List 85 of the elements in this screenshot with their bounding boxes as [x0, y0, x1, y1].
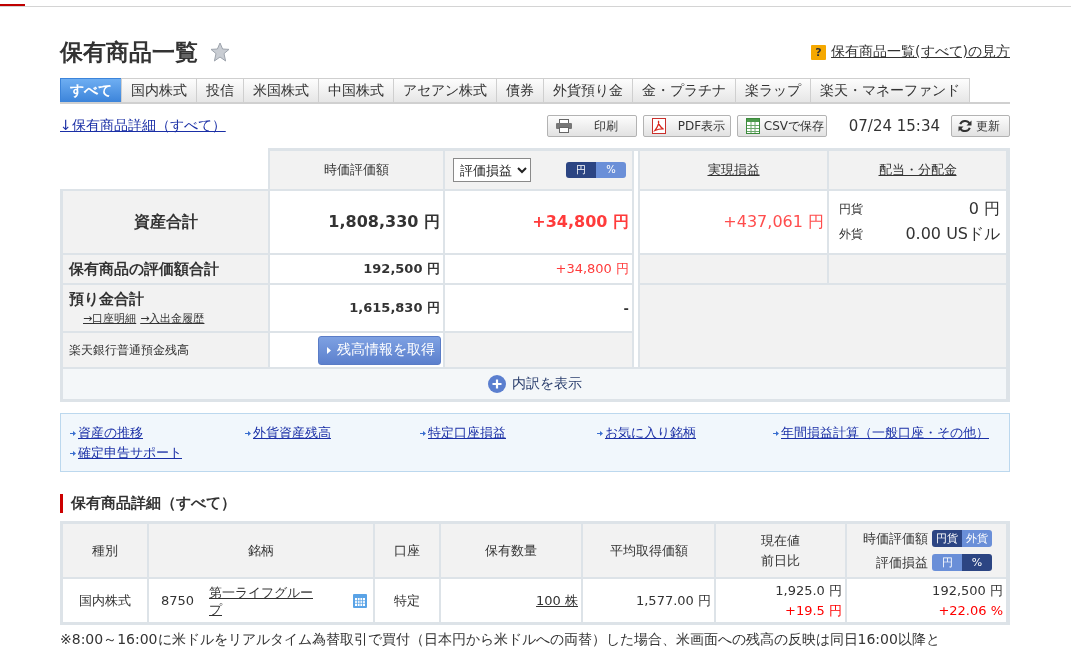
plus-circle-icon	[487, 375, 506, 393]
market-value: 192,500 円	[932, 582, 1003, 599]
arrow-icon	[70, 429, 76, 437]
stock-code: 8750	[161, 593, 196, 608]
refresh-icon	[958, 119, 972, 133]
column-header: 種別	[63, 524, 147, 577]
table-cell: 1,808,330 円	[270, 191, 443, 253]
tab[interactable]: 外貨預り金	[543, 78, 633, 102]
detail-link[interactable]: ↓保有商品詳細（すべて）	[60, 117, 226, 135]
refresh-button[interactable]: 更新	[951, 115, 1010, 137]
column-header: 前日比	[761, 552, 800, 569]
row-header: 楽天銀行普通預金残高	[63, 333, 268, 367]
section-title: 保有商品詳細（すべて）	[60, 494, 1010, 513]
print-button[interactable]: 印刷	[546, 115, 637, 137]
tab[interactable]: 楽ラップ	[735, 78, 811, 102]
printer-icon	[555, 119, 572, 133]
unit-toggle[interactable]: %	[962, 554, 992, 571]
column-header: 口座	[375, 524, 439, 577]
row-header: 資産合計	[63, 191, 268, 253]
pdf-button[interactable]: PDF表示	[642, 115, 731, 137]
quantity-link[interactable]: 100 株	[536, 591, 578, 610]
table-cell: +34,800 円	[445, 255, 632, 283]
dividend-amount: 0 円	[968, 199, 1000, 220]
account-link[interactable]: →口座明細	[83, 311, 137, 326]
profit-loss-select[interactable]: 評価損益	[453, 158, 531, 182]
arrow-icon	[773, 429, 779, 437]
unit-toggle[interactable]: 円貨	[932, 530, 962, 547]
price-change: +19.5 円	[785, 602, 842, 619]
help-link[interactable]: 保有商品一覧(すべて)の見方	[831, 43, 1010, 61]
row-header: 預り金合計	[69, 290, 144, 309]
table-cell: +34,800 円	[445, 191, 632, 253]
unit-toggle[interactable]: 円	[566, 162, 596, 178]
quick-link[interactable]: 外貨資産残高	[253, 424, 331, 442]
current-price: 1,925.0 円	[775, 582, 842, 599]
realized-pl-link[interactable]: 実現損益	[707, 161, 760, 179]
tab[interactable]: 中国株式	[318, 78, 394, 102]
pdf-icon	[651, 118, 666, 134]
column-header: 銘柄	[149, 524, 373, 577]
arrow-icon	[70, 449, 76, 457]
tab[interactable]: 投信	[196, 78, 244, 102]
table-cell: 1,577.00 円	[583, 579, 714, 622]
column-header: 現在値	[761, 532, 800, 549]
dividends-link[interactable]: 配当・分配金	[878, 161, 957, 179]
table-cell: 国内株式	[63, 579, 147, 622]
caret-icon	[327, 346, 331, 354]
column-header: 評価損益	[876, 553, 928, 572]
account-link[interactable]: →入出金履歴	[140, 311, 205, 326]
arrow-icon	[420, 429, 426, 437]
star-icon[interactable]	[210, 42, 230, 62]
tab[interactable]: 国内株式	[121, 78, 197, 102]
tab[interactable]: 金・プラチナ	[632, 78, 736, 102]
table-cell: 192,500 円	[270, 255, 443, 283]
dividend-amount: 0.00 USドル	[905, 224, 1000, 245]
quick-link[interactable]: 特定口座損益	[428, 424, 506, 442]
tab[interactable]: 楽天・マネーファンド	[810, 78, 970, 102]
currency-label: 外貨	[839, 226, 863, 243]
currency-label: 円貨	[839, 201, 863, 218]
table-cell: -	[445, 285, 632, 331]
help-icon[interactable]: ?	[811, 44, 827, 60]
timestamp: 07/24 15:34	[848, 117, 940, 135]
table-cell: 1,615,830 円	[270, 285, 443, 331]
table-cell: 特定	[375, 579, 439, 622]
arrow-icon	[245, 429, 251, 437]
tab[interactable]: 債券	[496, 78, 544, 102]
calendar-icon[interactable]	[353, 593, 367, 608]
profit-loss: +22.06 %	[938, 602, 1003, 619]
tab[interactable]: アセアン株式	[393, 78, 497, 102]
quick-link[interactable]: 資産の推移	[78, 424, 143, 442]
quick-link[interactable]: 年間損益計算（一般口座・その他）	[781, 424, 989, 442]
show-breakdown-button[interactable]: 内訳を表示	[487, 375, 582, 393]
spreadsheet-icon	[745, 118, 760, 134]
column-header: 時価評価額	[863, 529, 928, 548]
table-cell: +437,061 円	[640, 191, 827, 253]
column-header: 保有数量	[441, 524, 581, 577]
row-header: 保有商品の評価額合計	[63, 255, 268, 283]
csv-button[interactable]: CSVで保存	[736, 115, 827, 137]
stock-name-link[interactable]: 第一ライフグループ	[209, 583, 317, 618]
page-title: 保有商品一覧	[60, 38, 198, 66]
arrow-icon	[597, 429, 603, 437]
quick-link[interactable]: 確定申告サポート	[78, 444, 182, 462]
tab[interactable]: 米国株式	[243, 78, 319, 102]
column-header: 平均取得価額	[583, 524, 714, 577]
quick-link[interactable]: お気に入り銘柄	[605, 424, 696, 442]
column-header: 時価評価額	[270, 151, 443, 189]
footnote: ※8:00～16:00に米ドルをリアルタイム為替取引で買付（日本円から米ドルへの両替）した場合、米画面への残高の反映は同日16:00以降と	[60, 631, 941, 648]
